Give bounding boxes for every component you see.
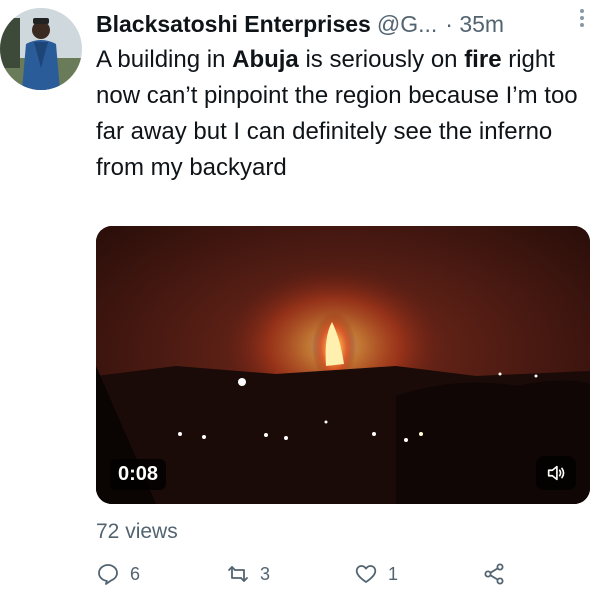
author-handle[interactable]: @G...: [377, 11, 437, 38]
video-duration: 0:08: [110, 459, 167, 490]
retweet-button[interactable]: 3: [226, 562, 270, 586]
author-name[interactable]: Blacksatoshi Enterprises: [96, 11, 371, 38]
like-button[interactable]: 1: [354, 562, 398, 586]
tweet-text-part: A building in: [96, 46, 233, 73]
heart-icon: [355, 565, 377, 583]
reply-button[interactable]: 6: [96, 562, 140, 586]
mute-button[interactable]: [536, 456, 576, 490]
retweet-count: 3: [260, 563, 271, 584]
view-count: 72 views: [96, 520, 178, 543]
reply-icon: [98, 564, 118, 585]
tweet-header: Blacksatoshi Enterprises @G... · 35m: [96, 6, 582, 42]
tweet-text: A building in Abuja is seriously on fire…: [96, 42, 582, 186]
tweet-text-bold-fire: fire: [464, 46, 502, 73]
share-icon: [484, 563, 504, 585]
reply-count: 6: [130, 563, 141, 584]
video-frame: [96, 226, 590, 504]
avatar[interactable]: [0, 8, 82, 90]
tweet-timestamp[interactable]: · 35m: [445, 11, 504, 38]
video-player[interactable]: 0:08: [96, 226, 590, 504]
share-button[interactable]: [482, 562, 516, 586]
like-count: 1: [388, 563, 399, 584]
avatar-image: [0, 8, 82, 90]
tweet-text-part: is seriously on: [298, 46, 465, 73]
speaker-icon: [547, 465, 565, 481]
more-vertical-icon[interactable]: [574, 6, 590, 32]
tweet-actions: 6 3 1: [96, 562, 516, 590]
retweet-icon: [228, 566, 248, 582]
tweet-text-bold-abuja: Abuja: [232, 46, 299, 73]
